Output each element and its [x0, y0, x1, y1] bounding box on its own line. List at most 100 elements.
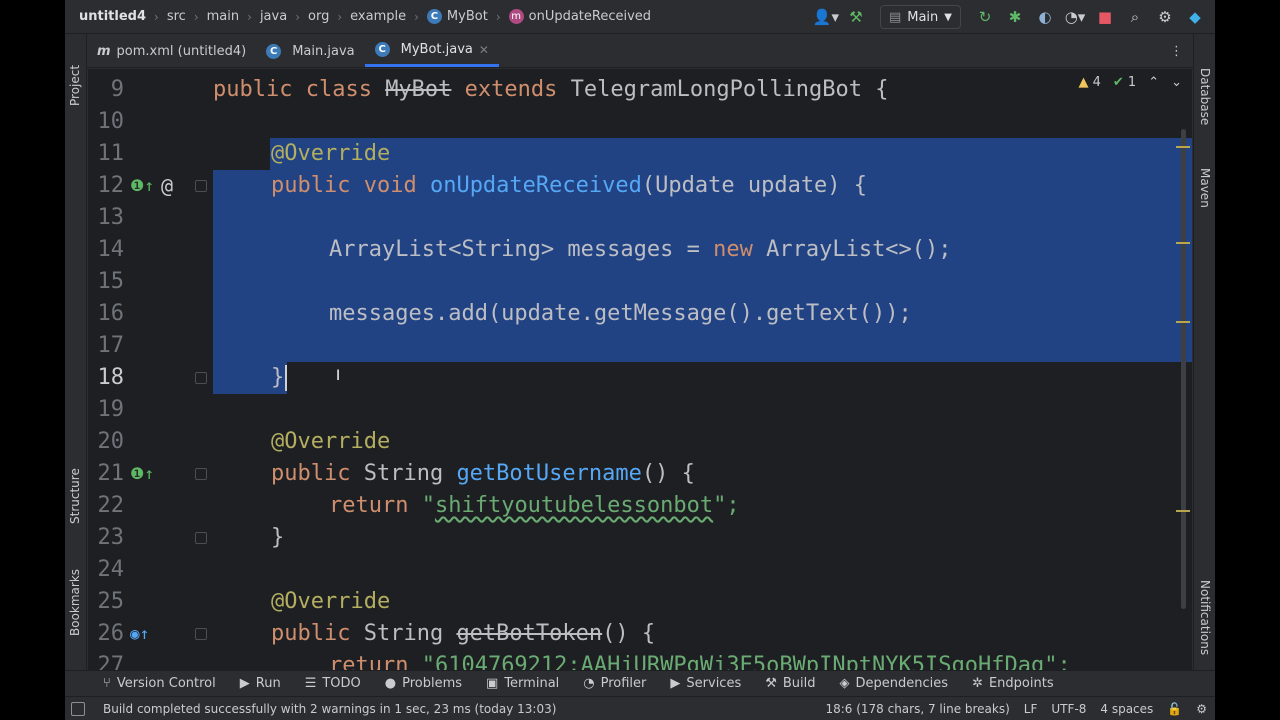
code-editor[interactable]: ▲ 4 ✔ 1 ⌃ ⌄ 9 public class MyBot extends…	[88, 69, 1192, 670]
tool-bookmarks[interactable]: Bookmarks	[68, 569, 82, 636]
fold-marker-icon[interactable]	[195, 372, 207, 384]
code-line: 10	[88, 106, 1192, 138]
stop-icon[interactable]: ■	[1091, 3, 1119, 31]
code-line: 14 ArrayList<String> messages = new Arra…	[88, 234, 1192, 266]
navigation-bar: untitled4 › src › main › java › org › ex…	[65, 0, 1215, 34]
tool-structure[interactable]: Structure	[68, 468, 82, 524]
line-code: public String getBotToken() {	[271, 621, 656, 646]
file-encoding[interactable]: UTF-8	[1051, 702, 1086, 716]
status-message[interactable]: Build completed successfully with 2 warn…	[103, 702, 556, 716]
breadcrumb-project[interactable]: untitled4	[79, 9, 146, 24]
code-line: 20 @Override	[88, 426, 1192, 458]
rerun-icon[interactable]: ↻	[971, 3, 999, 31]
tool-window-toggle-icon[interactable]	[71, 701, 85, 716]
breadcrumb-separator: ›	[154, 9, 159, 24]
implements-gutter-icon[interactable]: ❶↑	[130, 458, 154, 490]
breadcrumb-separator: ›	[295, 9, 300, 24]
play-icon: ▶	[239, 676, 250, 691]
line-code: public String getBotUsername() {	[271, 461, 695, 486]
tab-mybot-java[interactable]: C MyBot.java ✕	[364, 35, 499, 67]
ibeam-cursor-icon: I	[336, 368, 341, 384]
method-icon: m	[508, 9, 524, 24]
tab-label: MyBot.java	[400, 42, 473, 57]
search-icon[interactable]: ⌕	[1121, 3, 1149, 31]
more-options-icon[interactable]: ⋮	[1160, 35, 1193, 67]
debug-icon[interactable]: ✱	[1001, 3, 1029, 31]
breadcrumb-java[interactable]: java	[260, 9, 287, 24]
breadcrumb-method[interactable]: onUpdateReceived	[529, 9, 651, 24]
code-line: 19	[88, 394, 1192, 426]
line-number: 18	[97, 365, 125, 390]
settings-icon[interactable]: ⚙	[1196, 702, 1207, 716]
tool-services[interactable]: ▶ Services	[670, 676, 741, 691]
editor-scrollbar[interactable]	[1181, 129, 1186, 609]
tool-maven[interactable]: Maven	[1198, 168, 1212, 208]
tool-dependencies[interactable]: ◈ Dependencies	[840, 676, 949, 691]
fold-marker-icon[interactable]	[195, 468, 207, 480]
indent-setting[interactable]: 4 spaces	[1100, 702, 1153, 716]
warning-stripe-mark[interactable]	[1176, 146, 1190, 148]
build-hammer-icon[interactable]: ⚒	[842, 3, 870, 31]
line-number: 9	[110, 77, 124, 102]
line-code: }	[271, 525, 285, 550]
line-number: 12	[97, 173, 125, 198]
warning-stripe-mark[interactable]	[1176, 242, 1190, 244]
breadcrumb-class[interactable]: MyBot	[447, 9, 488, 24]
code-line: 24	[88, 554, 1192, 586]
editor-tabs: m pom.xml (untitled4) C Main.java C MyBo…	[87, 35, 1193, 68]
line-code: public class MyBot extends TelegramLongP…	[213, 77, 889, 102]
branch-icon: ⑂	[103, 676, 111, 691]
close-icon[interactable]: ✕	[479, 43, 489, 57]
breadcrumb-org[interactable]: org	[308, 9, 329, 24]
code-line: 21 ❶↑ public String getBotUsername() {	[88, 458, 1192, 490]
line-number: 13	[97, 205, 125, 230]
line-number: 11	[97, 141, 125, 166]
breadcrumb-src[interactable]: src	[167, 9, 186, 24]
tool-version-control[interactable]: ⑂ Version Control	[103, 676, 216, 691]
tool-todo[interactable]: ☰ TODO	[305, 676, 361, 691]
warning-stripe-mark[interactable]	[1176, 510, 1190, 512]
jetbrains-ai-icon[interactable]: ◆	[1181, 3, 1209, 31]
ide-window: untitled4 › src › main › java › org › ex…	[65, 0, 1215, 720]
list-icon: ☰	[304, 676, 317, 691]
fold-marker-icon[interactable]	[195, 180, 207, 192]
override-at-icon[interactable]: @	[161, 170, 173, 202]
tool-profiler[interactable]: ◔ Profiler	[583, 676, 646, 691]
line-code: @Override	[271, 429, 391, 454]
line-number: 19	[97, 397, 125, 422]
code-line: 11 @Override	[88, 138, 1192, 170]
warning-stripe-mark[interactable]	[1176, 321, 1190, 323]
user-icon[interactable]: 👤▾	[812, 3, 840, 31]
tool-problems[interactable]: ● Problems	[385, 676, 462, 691]
line-separator[interactable]: LF	[1024, 702, 1038, 716]
code-line: 9 public class MyBot extends TelegramLon…	[88, 74, 1192, 106]
gear-icon[interactable]: ⚙	[1151, 3, 1179, 31]
run-configuration-select[interactable]: ▤ Main ▼	[879, 5, 961, 29]
code-line: 12 ❶↑ @ public void onUpdateReceived(Upd…	[88, 170, 1192, 202]
lock-icon[interactable]: 🔓	[1167, 702, 1182, 716]
fold-marker-icon[interactable]	[195, 628, 207, 640]
implements-gutter-icon[interactable]: ◉↑	[130, 618, 149, 650]
line-code: messages.add(update.getMessage().getText…	[329, 301, 912, 326]
tool-database[interactable]: Database	[1198, 68, 1212, 125]
tool-endpoints[interactable]: ✲ Endpoints	[972, 676, 1054, 691]
tool-windows-bar: ⑂ Version Control ▶ Run ☰ TODO ● Problems ▣ T…	[65, 670, 1215, 696]
tab-pom-xml[interactable]: m pom.xml (untitled4)	[87, 35, 256, 67]
tool-run[interactable]: ▶ Run	[240, 676, 281, 691]
breadcrumb-example[interactable]: example	[350, 9, 406, 24]
tool-notifications[interactable]: Notifications	[1198, 580, 1212, 655]
coverage-icon[interactable]: ◐	[1031, 3, 1059, 31]
tool-terminal[interactable]: ▣ Terminal	[486, 676, 559, 691]
tool-build[interactable]: ⚒ Build	[765, 676, 815, 691]
implements-gutter-icon[interactable]: ❶↑	[130, 170, 154, 202]
caret-position[interactable]: 18:6 (178 chars, 7 line breaks)	[825, 702, 1009, 716]
fold-marker-icon[interactable]	[195, 532, 207, 544]
profiler-icon: ◔	[583, 676, 595, 691]
breadcrumb-separator: ›	[414, 9, 419, 24]
tab-main-java[interactable]: C Main.java	[256, 35, 364, 67]
breadcrumb-main[interactable]: main	[207, 9, 239, 24]
line-number: 22	[97, 493, 125, 518]
tool-project[interactable]: Project	[68, 65, 82, 106]
line-number: 14	[97, 237, 125, 262]
profile-icon[interactable]: ◔▾	[1061, 3, 1089, 31]
